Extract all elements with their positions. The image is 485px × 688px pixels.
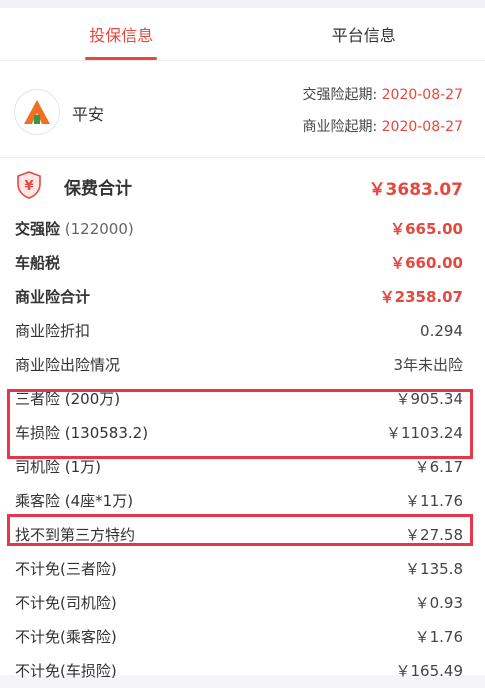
premium-row-value: ￥11.76 <box>405 484 463 518</box>
premium-row: 商业险合计 ￥2358.07 <box>0 280 485 314</box>
tab-insurance-info[interactable]: 投保信息 <box>0 8 243 60</box>
yen-shield-icon: ¥ <box>16 171 42 199</box>
premium-row: 司机险 (1万) ￥6.17 <box>0 450 485 484</box>
tab-platform-info[interactable]: 平台信息 <box>243 8 485 60</box>
page: 投保信息 平台信息 平安 交强险起期: 2020-08-27 商业险起期: 20… <box>0 0 485 675</box>
premium-row-label: 商业险折扣 <box>15 314 90 348</box>
premium-row-name: 商业险折扣 <box>15 322 90 340</box>
premium-row-value: 0.294 <box>420 314 463 348</box>
premium-row-name: 不计免(司机险) <box>15 594 117 612</box>
premium-row-label: 不计免(乘客险) <box>15 620 117 654</box>
premium-row-label: 三者险 (200万) <box>15 382 120 416</box>
premium-row-value: ￥1.76 <box>415 620 463 654</box>
premium-row-value: ￥905.34 <box>396 382 464 416</box>
premium-row-value: ￥165.49 <box>396 654 464 688</box>
premium-detail-list: 交强险 (122000) ￥665.00 车船税 ￥660.00 商业险合计 ￥2358.… <box>0 212 485 688</box>
premium-row: 乘客险 (4座*1万) ￥11.76 <box>0 484 485 518</box>
premium-row-name: 不计免(车损险) <box>15 662 117 680</box>
premium-row: 车船税 ￥660.00 <box>0 246 485 280</box>
premium-row-value: ￥27.58 <box>405 518 463 552</box>
pingan-logo-icon <box>14 89 60 135</box>
premium-row: 交强险 (122000) ￥665.00 <box>0 212 485 246</box>
premium-row-name: 找不到第三方特约 <box>15 526 135 544</box>
premium-row-label: 不计免(三者险) <box>15 552 117 586</box>
premium-row: 商业险出险情况 3年未出险 <box>0 348 485 382</box>
premium-row-label: 商业险合计 <box>15 280 90 314</box>
premium-row-value: ￥660.00 <box>390 246 463 280</box>
premium-row-value: ￥0.93 <box>415 586 463 620</box>
premium-row-name: 商业险合计 <box>15 288 90 306</box>
premium-row-value: ￥6.17 <box>415 450 463 484</box>
insurer-name: 平安 <box>72 101 104 125</box>
compulsory-start-date: 交强险起期: 2020-08-27 <box>302 79 463 111</box>
premium-total-value: ￥3683.07 <box>369 175 463 200</box>
insurer-section: 平安 交强险起期: 2020-08-27 商业险起期: 2020-08-27 <box>0 61 485 158</box>
premium-row-value: ￥135.8 <box>405 552 463 586</box>
premium-row-value: ￥2358.07 <box>380 280 463 314</box>
commercial-start-label: 商业险起期: <box>302 119 377 135</box>
premium-row-label: 不计免(车损险) <box>15 654 117 688</box>
premium-row-label: 司机险 (1万) <box>15 450 101 484</box>
premium-row-label: 车船税 <box>15 246 60 280</box>
premium-row-label: 不计免(司机险) <box>15 586 117 620</box>
premium-row-name: 车船税 <box>15 254 60 272</box>
premium-row-label: 商业险出险情况 <box>15 348 120 382</box>
premium-row: 不计免(三者险) ￥135.8 <box>0 552 485 586</box>
premium-row-name: 乘客险 (4座*1万) <box>15 492 133 510</box>
premium-row: 不计免(司机险) ￥0.93 <box>0 586 485 620</box>
premium-row-value: 3年未出险 <box>393 348 463 382</box>
premium-row-value: ￥1103.24 <box>386 416 463 450</box>
premium-row-value: ￥665.00 <box>390 212 463 246</box>
premium-row-sublabel: (122000) <box>60 220 134 238</box>
compulsory-start-value: 2020-08-27 <box>382 87 463 103</box>
premium-row: 找不到第三方特约 ￥27.58 <box>0 518 485 552</box>
premium-row-name: 三者险 (200万) <box>15 390 120 408</box>
premium-row: 不计免(乘客险) ￥1.76 <box>0 620 485 654</box>
premium-row-name: 不计免(三者险) <box>15 560 117 578</box>
premium-row-name: 不计免(乘客险) <box>15 628 117 646</box>
premium-row-label: 找不到第三方特约 <box>15 518 135 552</box>
premium-total-label: 保费合计 <box>64 174 132 199</box>
tab-bar: 投保信息 平台信息 <box>0 8 485 60</box>
svg-text:¥: ¥ <box>24 179 33 194</box>
premium-row: 车损险 (130583.2) ￥1103.24 <box>0 416 485 450</box>
premium-row-label: 车损险 (130583.2) <box>15 416 148 450</box>
premium-row: 不计免(车损险) ￥165.49 <box>0 654 485 688</box>
commercial-start-value: 2020-08-27 <box>382 119 463 135</box>
premium-row-name: 车损险 (130583.2) <box>15 424 148 442</box>
premium-row-name: 商业险出险情况 <box>15 356 120 374</box>
premium-row-name: 司机险 (1万) <box>15 458 101 476</box>
premium-row: 三者险 (200万) ￥905.34 <box>0 382 485 416</box>
premium-row-name: 交强险 <box>15 220 60 238</box>
premium-row-label: 乘客险 (4座*1万) <box>15 484 133 518</box>
commercial-start-date: 商业险起期: 2020-08-27 <box>302 111 463 143</box>
compulsory-start-label: 交强险起期: <box>302 87 377 103</box>
premium-row: 商业险折扣 0.294 <box>0 314 485 348</box>
premium-row-label: 交强险 (122000) <box>15 212 134 246</box>
start-dates: 交强险起期: 2020-08-27 商业险起期: 2020-08-27 <box>302 79 463 143</box>
premium-total-row: ¥ 保费合计 ￥3683.07 <box>0 158 485 212</box>
top-strip <box>0 0 485 8</box>
